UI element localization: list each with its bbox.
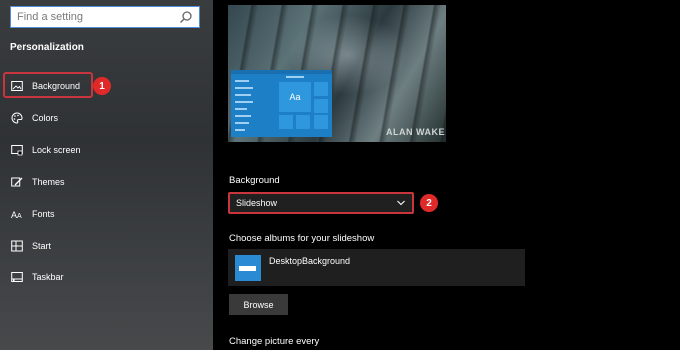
sidebar-item-label: Taskbar bbox=[32, 272, 64, 282]
sidebar-item-lock-screen[interactable]: Lock screen bbox=[0, 137, 213, 163]
preview-menu-line bbox=[235, 80, 249, 82]
search-input[interactable] bbox=[11, 7, 177, 27]
browse-button[interactable]: Browse bbox=[229, 294, 288, 315]
palette-icon bbox=[10, 111, 24, 125]
album-name: DesktopBackground bbox=[269, 256, 351, 266]
preview-window: Aa bbox=[231, 70, 332, 137]
preview-tile-header bbox=[286, 76, 304, 78]
preview-menu-line bbox=[235, 115, 251, 117]
section-title: Personalization bbox=[10, 42, 84, 53]
annotation-badge-1: 1 bbox=[93, 77, 111, 95]
font-icon: AA bbox=[10, 207, 24, 221]
background-type-dropdown[interactable]: Slideshow bbox=[228, 192, 414, 214]
background-label: Background bbox=[229, 175, 280, 186]
svg-text:A: A bbox=[17, 213, 22, 220]
preview-tile-aa: Aa bbox=[278, 81, 312, 113]
preview-menu-line bbox=[235, 129, 245, 131]
lock-screen-icon bbox=[10, 143, 24, 157]
settings-sidebar: Personalization Background Colors Lock s… bbox=[0, 0, 213, 350]
albums-label: Choose albums for your slideshow bbox=[229, 233, 375, 244]
wallpaper-logo: ALAN WAKE bbox=[386, 127, 445, 137]
sidebar-item-label: Fonts bbox=[32, 209, 55, 219]
annotation-highlight-background bbox=[3, 72, 93, 98]
search-icon[interactable] bbox=[179, 10, 193, 24]
sidebar-item-fonts[interactable]: AA Fonts bbox=[0, 201, 213, 227]
preview-menu-line bbox=[235, 122, 249, 124]
sidebar-item-label: Themes bbox=[32, 177, 65, 187]
sidebar-item-start[interactable]: Start bbox=[0, 233, 213, 259]
desktop-preview: Aa ALAN WAKE bbox=[228, 5, 446, 142]
sidebar-item-label: Colors bbox=[32, 113, 59, 123]
sidebar-item-colors[interactable]: Colors bbox=[0, 105, 213, 131]
preview-tile bbox=[313, 114, 329, 130]
preview-tile bbox=[313, 81, 329, 97]
sidebar-item-taskbar[interactable]: Taskbar bbox=[0, 264, 213, 290]
search-box[interactable] bbox=[10, 6, 200, 28]
preview-window-bar bbox=[231, 70, 332, 74]
preview-tile bbox=[278, 114, 294, 130]
annotation-badge-2: 2 bbox=[420, 194, 438, 212]
preview-menu-line bbox=[235, 87, 253, 89]
preview-menu-line bbox=[235, 94, 251, 96]
folder-icon bbox=[235, 255, 261, 281]
dropdown-value: Slideshow bbox=[236, 198, 278, 208]
album-item[interactable]: DesktopBackground bbox=[228, 249, 525, 286]
change-picture-label: Change picture every bbox=[229, 336, 320, 347]
sidebar-item-themes[interactable]: Themes bbox=[0, 169, 213, 195]
preview-menu-line bbox=[235, 101, 253, 103]
start-grid-icon bbox=[10, 239, 24, 253]
sidebar-item-label: Start bbox=[32, 241, 52, 251]
preview-tile bbox=[313, 98, 329, 114]
brush-icon bbox=[10, 175, 24, 189]
chevron-down-icon bbox=[397, 200, 405, 206]
taskbar-icon bbox=[10, 270, 24, 284]
sidebar-item-label: Lock screen bbox=[32, 145, 81, 155]
preview-tile bbox=[295, 114, 311, 130]
preview-menu-line bbox=[235, 108, 247, 110]
preview-tiles: Aa bbox=[278, 75, 330, 135]
